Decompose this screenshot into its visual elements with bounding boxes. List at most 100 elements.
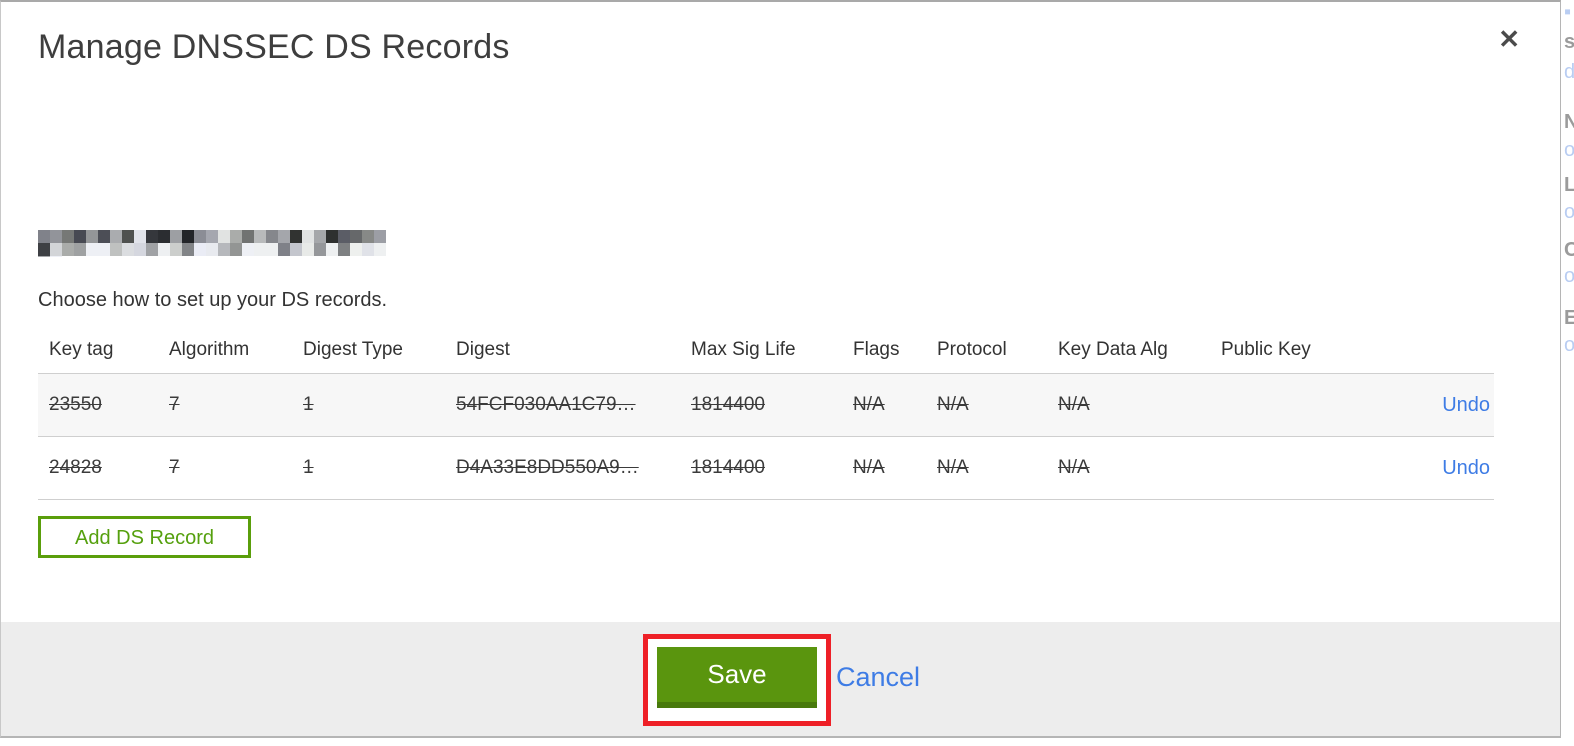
redaction-pixel xyxy=(74,243,86,256)
redaction-pixel xyxy=(230,230,242,243)
cell-digest-type: 1 xyxy=(303,394,314,415)
manage-dnssec-modal: Manage DNSSEC DS Records ✕ Choose how to… xyxy=(0,0,1561,738)
column-header: Protocol xyxy=(937,339,1007,360)
cell-digest: D4A33E8DD550A9… xyxy=(456,457,639,478)
redaction-pixel xyxy=(194,243,206,256)
redaction-pixel xyxy=(38,230,50,243)
redaction-pixel xyxy=(362,230,374,243)
redaction-pixel xyxy=(362,243,374,256)
redaction-pixel xyxy=(266,243,278,256)
redaction-pixel xyxy=(242,230,254,243)
redaction-pixel xyxy=(122,230,134,243)
redaction-pixel xyxy=(86,243,98,256)
redaction-pixel xyxy=(38,243,50,256)
redaction-pixel xyxy=(326,230,338,243)
redaction-pixel xyxy=(206,243,218,256)
redaction-pixel xyxy=(158,243,170,256)
background-text-fragment: ▪ xyxy=(1564,1,1572,23)
close-icon[interactable]: ✕ xyxy=(1498,26,1520,52)
background-text-fragment: N xyxy=(1564,111,1574,133)
undo-link[interactable]: Undo xyxy=(1442,394,1490,416)
redaction-pixel xyxy=(278,243,290,256)
background-text-fragment: o xyxy=(1564,201,1574,223)
redaction-pixel xyxy=(146,243,158,256)
background-text-fragment: o xyxy=(1564,334,1574,356)
cell-digest: 54FCF030AA1C79… xyxy=(456,394,636,415)
redaction-pixel xyxy=(350,230,362,243)
redaction-pixel xyxy=(350,243,362,256)
add-ds-record-button[interactable]: Add DS Record xyxy=(38,516,251,558)
redaction-pixel xyxy=(110,230,122,243)
redaction-pixel xyxy=(266,230,278,243)
cell-protocol: N/A xyxy=(937,394,969,415)
background-page-sliver: ▪ s d No Lo Co Eo xyxy=(1563,0,1574,746)
redaction-pixel xyxy=(290,243,302,256)
table-row: 24828 7 1 D4A33E8DD550A9… 1814400 N/A N/… xyxy=(38,436,1494,500)
redaction-pixel xyxy=(338,243,350,256)
cell-flags: N/A xyxy=(853,457,885,478)
redaction-pixel xyxy=(50,243,62,256)
redaction-pixel xyxy=(254,230,266,243)
column-header: Key tag xyxy=(49,339,114,360)
cell-max-sig-life: 1814400 xyxy=(691,394,765,415)
redaction-pixel xyxy=(50,230,62,243)
redaction-pixel xyxy=(122,243,134,256)
redaction-pixel xyxy=(110,243,122,256)
redaction-pixel xyxy=(374,230,386,243)
column-header: Digest xyxy=(456,339,510,360)
background-text-fragment: E xyxy=(1564,307,1574,329)
redaction-pixel xyxy=(134,243,146,256)
save-button[interactable]: Save xyxy=(657,647,817,708)
redaction-pixel xyxy=(38,256,50,257)
column-header: Algorithm xyxy=(169,339,250,360)
redaction-pixel xyxy=(290,230,302,243)
ds-table-body: 23550 7 1 54FCF030AA1C79… 1814400 N/A N/… xyxy=(38,373,1494,500)
background-text-fragment: L xyxy=(1564,174,1574,196)
redaction-pixel xyxy=(182,230,194,243)
background-text-fragment: o xyxy=(1564,139,1574,161)
cell-protocol: N/A xyxy=(937,457,969,478)
column-header: Key Data Alg xyxy=(1058,339,1168,360)
save-annotation-box: Save xyxy=(643,634,831,726)
cell-flags: N/A xyxy=(853,394,885,415)
cell-key-tag: 24828 xyxy=(49,457,102,478)
redaction-pixel xyxy=(74,230,86,243)
ds-records-table: Key tag Algorithm Digest Type Digest Max Sig… xyxy=(38,329,1494,500)
redacted-domain-name xyxy=(38,230,392,257)
redaction-pixel xyxy=(206,230,218,243)
modal-footer: Save Cancel xyxy=(1,622,1560,736)
column-header: Digest Type xyxy=(303,339,403,360)
redaction-pixel xyxy=(218,243,230,256)
redaction-pixel xyxy=(254,243,266,256)
redaction-pixel xyxy=(134,230,146,243)
cell-algorithm: 7 xyxy=(169,394,180,415)
background-text-fragment: o xyxy=(1564,265,1574,287)
background-text-fragment: s xyxy=(1564,31,1574,53)
cell-public-key xyxy=(1210,374,1394,437)
page-title: Manage DNSSEC DS Records xyxy=(38,28,510,66)
redaction-pixel xyxy=(62,243,74,256)
subtitle-text: Choose how to set up your DS records. xyxy=(38,289,388,311)
redaction-pixel xyxy=(62,230,74,243)
undo-link[interactable]: Undo xyxy=(1442,457,1490,479)
redaction-pixel xyxy=(278,230,290,243)
cell-key-data-alg: N/A xyxy=(1058,394,1090,415)
redaction-pixel xyxy=(314,230,326,243)
redaction-pixel xyxy=(86,230,98,243)
column-header: Max Sig Life xyxy=(691,339,796,360)
redaction-pixel xyxy=(146,230,158,243)
redaction-pixel xyxy=(302,243,314,256)
redaction-pixel xyxy=(170,230,182,243)
redaction-pixel xyxy=(50,256,62,257)
table-header-row: Key tag Algorithm Digest Type Digest Max Sig… xyxy=(38,329,1494,374)
redaction-pixel xyxy=(374,243,386,256)
cell-public-key xyxy=(1210,437,1394,500)
redaction-pixel xyxy=(326,243,338,256)
redaction-pixel xyxy=(170,243,182,256)
cell-algorithm: 7 xyxy=(169,457,180,478)
redaction-pixel xyxy=(182,243,194,256)
background-text-fragment: C xyxy=(1564,239,1574,261)
table-row: 23550 7 1 54FCF030AA1C79… 1814400 N/A N/… xyxy=(38,373,1494,437)
cancel-button[interactable]: Cancel xyxy=(836,662,920,693)
redaction-pixel xyxy=(218,230,230,243)
